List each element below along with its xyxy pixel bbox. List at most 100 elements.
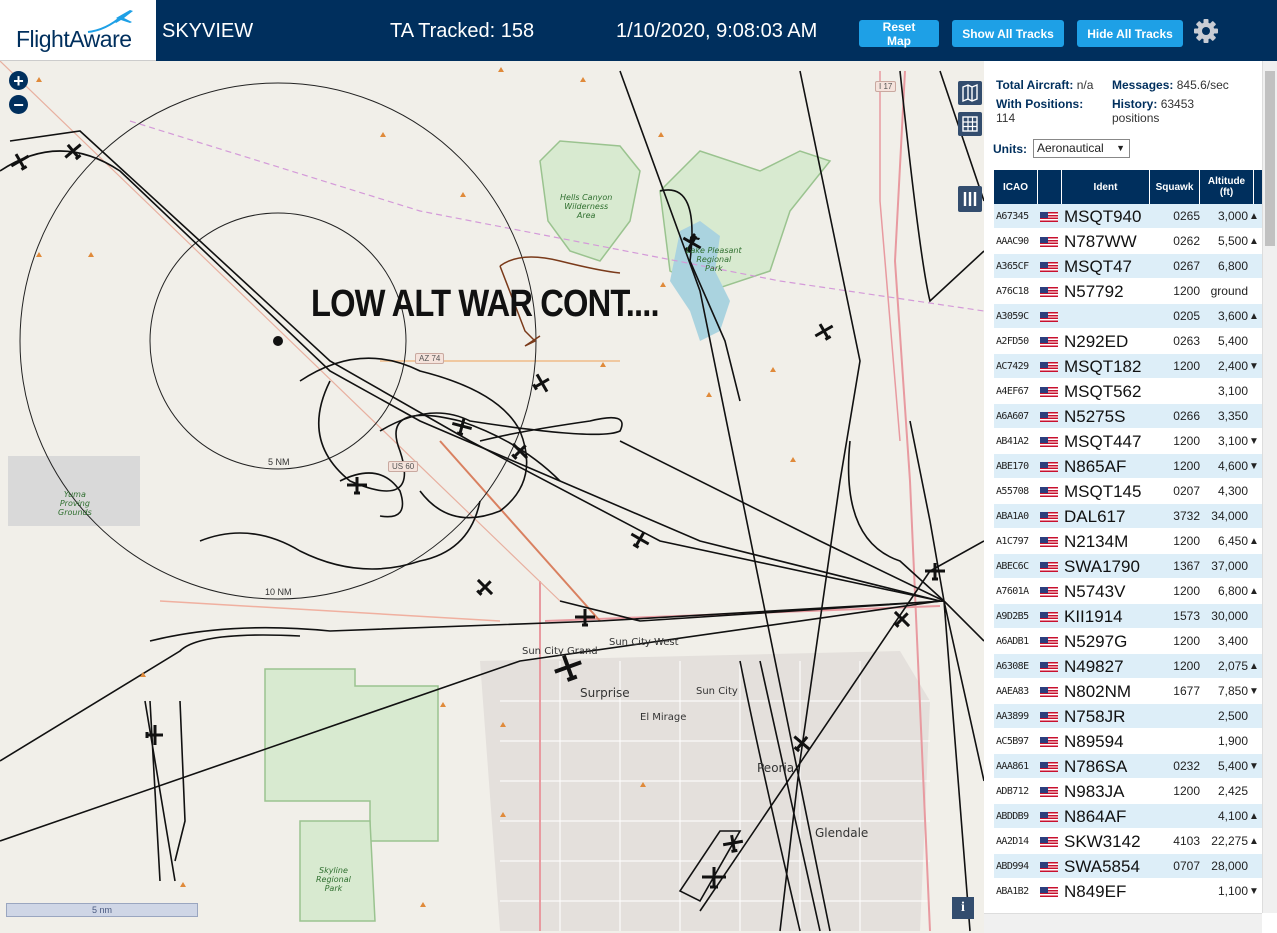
place-lake-pleasant: Lake Pleasant Regional Park [686,246,742,273]
cell-squawk [1154,379,1200,404]
us-flag-icon [1040,654,1060,679]
table-row[interactable]: A1C797 N2134M 1200 6,450 ▲ [994,529,1262,554]
table-row[interactable]: AAA861 N786SA 0232 5,400 ▼ [994,754,1262,779]
table-row[interactable]: AC5B97 N89594 1,900 [994,729,1262,754]
table-row[interactable]: ABA1B2 N849EF 1,100 ▼ [994,879,1262,904]
col-icao[interactable]: ICAO [994,170,1038,204]
cell-icao: A55708 [996,486,1029,497]
cell-squawk: 1200 [1173,659,1200,673]
cell-altitude: 7,850 [1217,684,1248,698]
grid-icon[interactable] [958,112,982,136]
table-row[interactable]: ABE170 N865AF 1200 4,600 ▼ [994,454,1262,479]
info-icon[interactable]: i [952,897,974,919]
zoom-in-button[interactable]: + [9,71,28,90]
cell-trend [1248,404,1260,429]
cell-altitude: 3,100 [1217,384,1248,398]
cell-icao: ABD994 [996,861,1029,872]
cell-altitude: 4,100 [1217,809,1248,823]
table-row[interactable]: AA2D14 SKW3142 4103 22,275 ▲ [994,829,1262,854]
cell-icao: A4EF67 [996,386,1029,397]
cell-ident: MSQT182 [1064,357,1142,376]
table-row[interactable]: AA3899 N758JR 2,500 [994,704,1262,729]
table-row[interactable]: A4EF67 MSQT562 3,100 [994,379,1262,404]
table-row[interactable]: A6A607 N5275S 0266 3,350 [994,404,1262,429]
table-row[interactable]: AC7429 MSQT182 1200 2,400 ▼ [994,354,1262,379]
cell-altitude: ground [1210,284,1248,298]
table-row[interactable]: AAAC90 N787WW 0262 5,500 ▲ [994,229,1262,254]
cell-squawk: 4103 [1173,834,1200,848]
us-flag-icon [1040,854,1060,879]
flightaware-logo[interactable]: FlightAware [0,0,156,61]
place-sun-city-grand: Sun City Grand [522,646,598,657]
table-row[interactable]: AAEA83 N802NM 1677 7,850 ▼ [994,679,1262,704]
cell-squawk: 1200 [1173,284,1200,298]
table-row[interactable]: A6308E N49827 1200 2,075 ▲ [994,654,1262,679]
hide-all-tracks-button[interactable]: Hide All Tracks [1077,20,1183,47]
table-row[interactable]: A3059C 0205 3,600 ▲ [994,304,1262,329]
zoom-out-button[interactable]: − [9,95,28,114]
table-row[interactable]: A55708 MSQT145 0207 4,300 [994,479,1262,504]
col-ident[interactable]: Ident [1062,170,1150,204]
gear-icon[interactable] [1193,18,1219,44]
cell-ident: N849EF [1064,882,1127,901]
show-all-tracks-button[interactable]: Show All Tracks [952,20,1064,47]
cell-trend [1248,629,1260,654]
table-row[interactable]: ADB712 N983JA 1200 2,425 [994,779,1262,804]
cell-squawk: 0263 [1173,334,1200,348]
cell-squawk: 0266 [1173,409,1200,423]
cell-altitude: 34,000 [1211,509,1248,523]
cell-squawk [1154,704,1200,729]
cell-squawk: 1200 [1173,359,1200,373]
us-flag-icon [1040,529,1060,554]
cell-ident: MSQT447 [1064,432,1142,451]
cell-trend: ▼ [1249,761,1259,772]
table-row[interactable]: AB41A2 MSQT447 1200 3,100 ▼ [994,429,1262,454]
cell-trend [1248,279,1260,304]
map-area[interactable]: + − Hells Canyon Wilderness Area Lake Plea… [0,61,984,933]
cell-squawk: 1367 [1173,559,1200,573]
cell-icao: A6A607 [996,411,1029,422]
table-row[interactable]: ABEC6C SWA1790 1367 37,000 [994,554,1262,579]
tracked-count: TA Tracked: 158 [390,20,535,42]
history: History: 63453 positions [1112,97,1195,125]
place-sun-city-west: Sun City West [609,637,679,648]
plane-logo-icon [87,10,133,33]
col-flag[interactable] [1038,170,1062,204]
cell-ident: N2134M [1064,532,1129,551]
table-row[interactable]: A9D2B5 KII1914 1573 30,000 [994,604,1262,629]
cell-squawk: 1200 [1173,584,1200,598]
table-row[interactable]: A76C18 N57792 1200 ground [994,279,1262,304]
col-altitude[interactable]: Altitude (ft) [1200,170,1254,204]
cell-squawk: 0207 [1173,484,1200,498]
table-row[interactable]: ABA1A0 DAL617 3732 34,000 [994,504,1262,529]
scroll-thumb[interactable] [1265,71,1275,246]
table-row[interactable]: ABD994 SWA5854 0707 28,000 [994,854,1262,879]
table-row[interactable]: A2FD50 N292ED 0263 5,400 [994,329,1262,354]
cell-ident: N89594 [1064,732,1124,751]
cell-ident: N5297G [1064,632,1128,651]
cell-icao: ABA1A0 [996,511,1029,522]
cell-altitude: 3,000 [1217,209,1248,223]
cell-trend [1248,479,1260,504]
table-row[interactable]: A67345 MSQT940 0265 3,000 ▲ [994,204,1262,229]
map-layer-icon[interactable] [958,81,982,105]
table-row[interactable]: A6ADB1 N5297G 1200 3,400 [994,629,1262,654]
cell-ident: DAL617 [1064,507,1126,526]
clock: 1/10/2020, 9:08:03 AM [616,20,818,42]
scale-bar: 5 nm [6,903,198,917]
col-squawk[interactable]: Squawk [1150,170,1200,204]
horizontal-scrollbar[interactable] [984,913,1262,933]
columns-icon[interactable] [958,186,982,212]
units-select[interactable]: Aeronautical ▼ [1033,139,1130,158]
cell-ident: SWA5854 [1064,857,1140,876]
vertical-scrollbar[interactable] [1262,61,1277,913]
table-row[interactable]: A365CF MSQT47 0267 6,800 [994,254,1262,279]
cell-ident: N786SA [1064,757,1128,776]
table-row[interactable]: A7601A N5743V 1200 6,800 ▲ [994,579,1262,604]
reset-map-button[interactable]: Reset Map [859,20,939,48]
cell-altitude: 6,450 [1217,534,1248,548]
cell-icao: A76C18 [996,286,1029,297]
cell-squawk: 0262 [1173,234,1200,248]
table-row[interactable]: ABDDB9 N864AF 4,100 ▲ [994,804,1262,829]
cell-trend: ▼ [1249,361,1259,372]
